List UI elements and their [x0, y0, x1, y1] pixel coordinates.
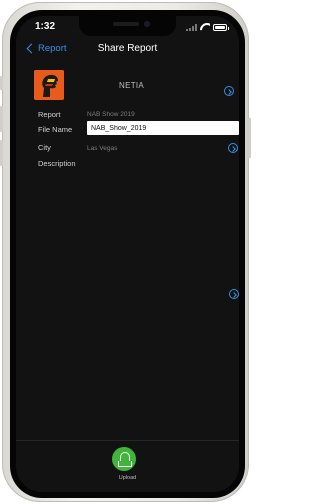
speaker-grille	[113, 22, 139, 26]
status-time: 1:32	[35, 21, 56, 32]
wifi-icon	[200, 23, 210, 31]
report-label: Report	[38, 110, 61, 119]
file-name-input[interactable]	[87, 121, 239, 135]
company-name: NETIA	[119, 81, 145, 90]
netia-head-logo-icon	[34, 70, 64, 100]
volume-up-button	[0, 106, 3, 132]
divider	[16, 440, 239, 441]
status-icons	[186, 23, 229, 31]
notch	[79, 16, 176, 36]
volume-down-button	[0, 140, 3, 166]
city-label: City	[38, 143, 51, 152]
report-value: NAB Show 2019	[87, 111, 135, 118]
chevron-right-circle-icon[interactable]	[224, 86, 234, 96]
phone-frame: 1:32 Report Share Report NETIA Report NA…	[0, 2, 251, 502]
chevron-right-circle-icon[interactable]	[228, 143, 238, 153]
chevron-right-circle-icon[interactable]	[229, 289, 239, 299]
upload-cloud-icon[interactable]	[112, 447, 136, 471]
screen: 1:32 Report Share Report NETIA Report NA…	[16, 16, 239, 492]
navigation-bar: Report Share Report	[16, 36, 239, 62]
front-camera	[144, 21, 150, 27]
power-button	[248, 118, 251, 158]
signal-icon	[186, 23, 197, 31]
file-name-label: File Name	[38, 125, 73, 134]
battery-icon	[213, 23, 229, 31]
page-title: Share Report	[97, 43, 158, 54]
city-value: Las Vegas	[87, 145, 118, 152]
description-label: Description	[38, 159, 76, 168]
silent-switch	[0, 76, 3, 90]
upload-label: Upload	[118, 475, 137, 481]
